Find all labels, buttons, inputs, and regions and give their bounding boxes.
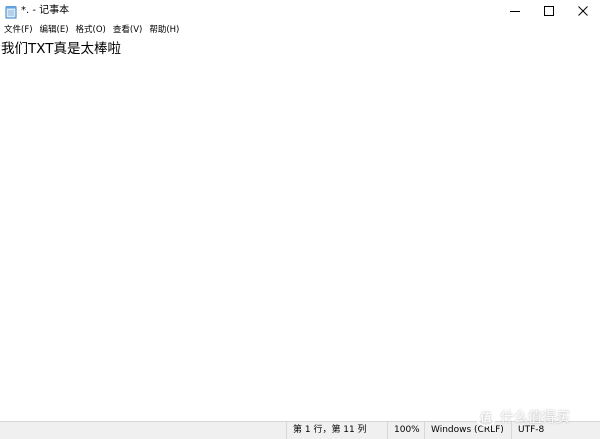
notepad-icon — [5, 4, 17, 19]
menu-format[interactable]: 格式(O) — [73, 23, 109, 37]
watermark-text: 什么值得买 — [500, 410, 570, 426]
close-button[interactable] — [566, 0, 600, 22]
menu-bar: 文件(F) 编辑(E) 格式(O) 查看(V) 帮助(H) — [0, 22, 600, 38]
maximize-button[interactable] — [532, 0, 566, 22]
text-editor[interactable]: 我们TXT真是太棒啦 — [0, 38, 600, 421]
menu-edit[interactable]: 编辑(E) — [37, 23, 72, 37]
zoom-level: 100% — [387, 422, 424, 439]
minimize-icon — [510, 6, 520, 16]
menu-help[interactable]: 帮助(H) — [146, 23, 182, 37]
smzdm-logo-icon: 值 — [476, 407, 496, 427]
menu-file[interactable]: 文件(F) — [1, 23, 36, 37]
menu-view[interactable]: 查看(V) — [110, 23, 145, 37]
document-text: 我们TXT真是太棒啦 — [1, 41, 122, 57]
close-icon — [578, 6, 588, 16]
window-title: *. - 记事本 — [21, 5, 70, 16]
watermark: 值 什么值得买 — [476, 406, 570, 428]
notepad-window: *. - 记事本 文件(F) 编辑(E) 格式(O) 查看(V) 帮助(H) 我… — [0, 0, 600, 439]
title-bar[interactable]: *. - 记事本 — [0, 0, 600, 22]
minimize-button[interactable] — [498, 0, 532, 22]
cursor-position: 第 1 行，第 11 列 — [286, 422, 387, 439]
svg-text:值: 值 — [481, 410, 492, 424]
maximize-icon — [544, 6, 554, 16]
